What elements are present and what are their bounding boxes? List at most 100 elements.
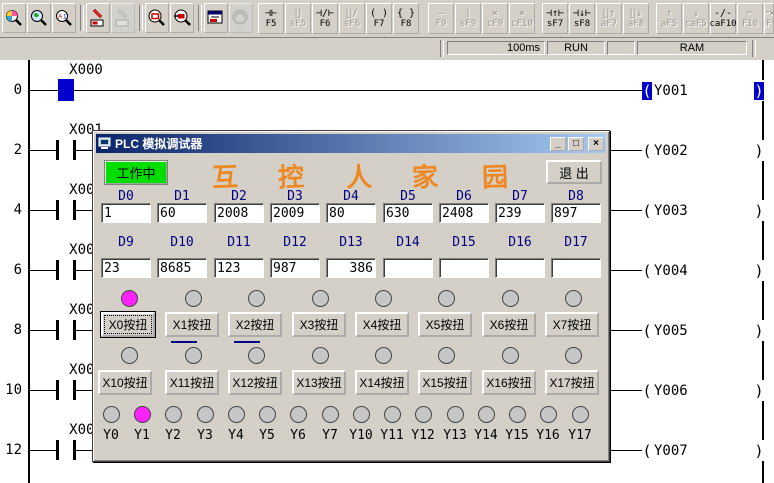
register-value-D2[interactable] bbox=[214, 203, 264, 223]
magnifier-abc-icon[interactable]: A1 bbox=[52, 3, 76, 33]
tool-instruction[interactable]: { }F8 bbox=[393, 3, 419, 34]
dialog-title-bar[interactable]: PLC 模拟调试器 _ □ × bbox=[96, 134, 606, 153]
working-status-button[interactable]: 工作中 bbox=[105, 161, 167, 184]
tool-falling-pulse-contact[interactable]: ⊣↓⊢sF8 bbox=[569, 3, 595, 34]
register-value-D17[interactable] bbox=[551, 258, 601, 278]
minimize-button[interactable]: _ bbox=[550, 137, 566, 151]
y2-label: Y2 bbox=[158, 428, 188, 443]
x14-button[interactable]: X14按扭 bbox=[355, 370, 409, 395]
contact-X002[interactable] bbox=[53, 200, 79, 220]
contact-X004[interactable] bbox=[53, 320, 79, 340]
x6-lamp bbox=[502, 290, 519, 307]
register-value-D16[interactable] bbox=[495, 258, 545, 278]
toolbar-separator bbox=[80, 5, 84, 31]
contact-X006[interactable] bbox=[53, 440, 79, 460]
y17-lamp bbox=[572, 406, 589, 423]
x4-button[interactable]: X4按扭 bbox=[355, 312, 409, 337]
register-value-D14[interactable] bbox=[383, 258, 433, 278]
coil-Y002[interactable]: (Y002) bbox=[642, 140, 764, 161]
y14-label: Y14 bbox=[471, 428, 501, 443]
x16-button[interactable]: X16按扭 bbox=[482, 370, 536, 395]
register-value-D15[interactable] bbox=[439, 258, 489, 278]
x2-button[interactable]: X2按扭 bbox=[228, 312, 282, 337]
coil-Y005[interactable]: (Y005) bbox=[642, 320, 764, 341]
y5-lamp bbox=[259, 406, 276, 423]
register-value-D13[interactable] bbox=[326, 258, 376, 278]
y12-label: Y12 bbox=[408, 428, 438, 443]
x14-lamp bbox=[375, 347, 392, 364]
register-value-D12[interactable] bbox=[270, 258, 320, 278]
contact-label: X000 bbox=[56, 62, 116, 78]
y3-label: Y3 bbox=[190, 428, 220, 443]
scan-time-panel: 100ms bbox=[447, 41, 545, 55]
magnifier-monitor-write-icon[interactable] bbox=[170, 3, 194, 33]
tool-delete-branch: ⌐×aF9 bbox=[764, 3, 774, 34]
register-label-D6: D6 bbox=[439, 189, 489, 204]
x6-button[interactable]: X6按扭 bbox=[482, 312, 536, 337]
coil-Y007[interactable]: (Y007) bbox=[642, 440, 764, 461]
coil-Y001[interactable]: (Y001) bbox=[642, 80, 764, 101]
contact-X003[interactable] bbox=[53, 260, 79, 280]
contact-X005[interactable] bbox=[53, 380, 79, 400]
register-value-D5[interactable] bbox=[383, 203, 433, 223]
y16-label: Y16 bbox=[533, 428, 563, 443]
x2-lamp bbox=[248, 290, 265, 307]
tool-open-contact[interactable]: ⊣⊢F5 bbox=[258, 3, 284, 34]
register-value-D4[interactable] bbox=[326, 203, 376, 223]
magnifier-rainbow-icon[interactable] bbox=[2, 3, 26, 33]
x12-button[interactable]: X12按扭 bbox=[228, 370, 282, 395]
x17-button[interactable]: X17按扭 bbox=[545, 370, 599, 395]
y7-label: Y7 bbox=[315, 428, 345, 443]
run-mode-panel: RUN bbox=[547, 41, 605, 55]
toolbar-separator bbox=[139, 5, 143, 31]
rung-number: 2 bbox=[0, 142, 22, 158]
tool-rising-pulse: ↑aF5 bbox=[656, 3, 682, 34]
x10-button[interactable]: X10按扭 bbox=[98, 370, 152, 395]
exit-button[interactable]: 退 出 bbox=[546, 160, 602, 184]
register-value-D1[interactable] bbox=[157, 203, 207, 223]
x0-button[interactable]: X0按扭 bbox=[101, 312, 155, 337]
window-monitor-icon[interactable] bbox=[204, 3, 228, 33]
register-value-D11[interactable] bbox=[214, 258, 264, 278]
x3-button[interactable]: X3按扭 bbox=[292, 312, 346, 337]
maximize-button[interactable]: □ bbox=[568, 137, 584, 151]
magnifier-monitor-icon[interactable] bbox=[145, 3, 169, 33]
register-value-D3[interactable] bbox=[270, 203, 320, 223]
magnifier-globe-icon[interactable] bbox=[27, 3, 51, 33]
tool-rising-pulse-contact[interactable]: ⊣↑⊢sF7 bbox=[542, 3, 568, 34]
x3-lamp bbox=[312, 290, 329, 307]
x7-button[interactable]: X7按扭 bbox=[545, 312, 599, 337]
x1-button[interactable]: X1按扭 bbox=[165, 312, 219, 337]
x13-button[interactable]: X13按扭 bbox=[292, 370, 346, 395]
register-value-D9[interactable] bbox=[101, 258, 151, 278]
register-value-D10[interactable] bbox=[157, 258, 207, 278]
register-value-D6[interactable] bbox=[439, 203, 489, 223]
coil-Y003[interactable]: (Y003) bbox=[642, 200, 764, 221]
x13-lamp bbox=[312, 347, 329, 364]
tool-closed-contact[interactable]: ⊣/⊢F6 bbox=[312, 3, 338, 34]
tool-coil[interactable]: ( )F7 bbox=[366, 3, 392, 34]
pencil-write-icon[interactable] bbox=[86, 3, 110, 33]
x11-button[interactable]: X11按扭 bbox=[165, 370, 219, 395]
register-value-D8[interactable] bbox=[551, 203, 601, 223]
contact-X000[interactable] bbox=[53, 80, 79, 100]
memory-panel: RAM bbox=[637, 41, 747, 55]
close-button[interactable]: × bbox=[588, 137, 604, 151]
toolbar-separator bbox=[198, 5, 202, 31]
underline-artifact bbox=[171, 341, 197, 343]
register-label-D0: D0 bbox=[101, 189, 151, 204]
y17-label: Y17 bbox=[565, 428, 595, 443]
y0-label: Y0 bbox=[96, 428, 126, 443]
coil-Y006[interactable]: (Y006) bbox=[642, 380, 764, 401]
x5-button[interactable]: X5按扭 bbox=[418, 312, 472, 337]
x5-lamp bbox=[438, 290, 455, 307]
register-value-D0[interactable] bbox=[101, 203, 151, 223]
coil-Y004[interactable]: (Y004) bbox=[642, 260, 764, 281]
y2-lamp bbox=[165, 406, 182, 423]
register-value-D7[interactable] bbox=[495, 203, 545, 223]
tool-invert-result[interactable]: -/-caF10 bbox=[710, 3, 736, 34]
contact-X001[interactable] bbox=[53, 140, 79, 160]
register-label-D10: D10 bbox=[157, 235, 207, 250]
x15-button[interactable]: X15按扭 bbox=[418, 370, 472, 395]
rung-number: 8 bbox=[0, 322, 22, 338]
